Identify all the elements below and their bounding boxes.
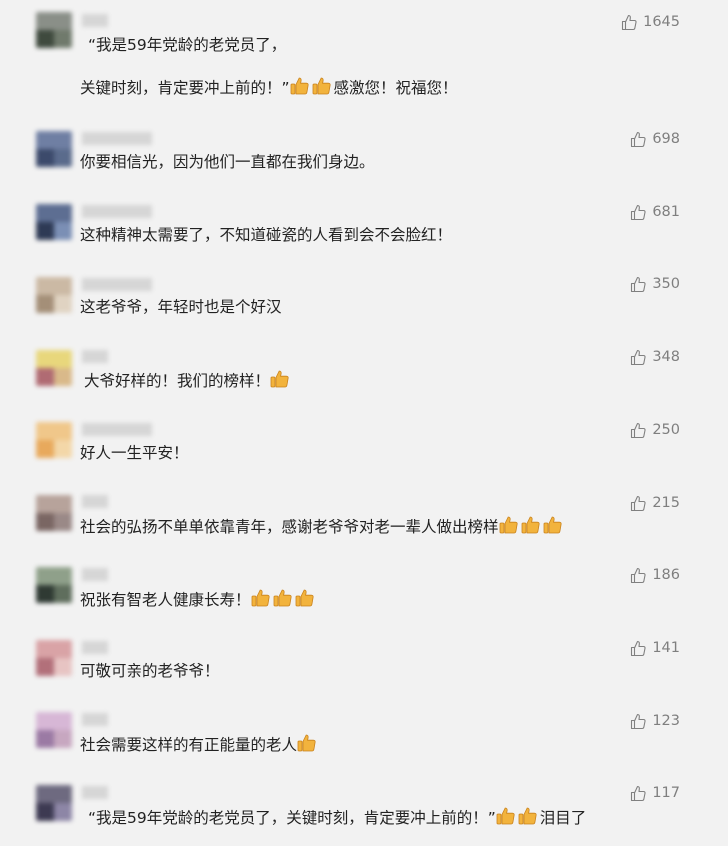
avatar[interactable]: [36, 204, 72, 240]
thumbs-up-icon: [631, 131, 646, 147]
avatar[interactable]: [36, 495, 72, 531]
thumbs-up-emoji-icon: [297, 734, 316, 752]
like-count: 698: [652, 131, 680, 147]
avatar[interactable]: [36, 567, 72, 603]
thumbs-up-icon: [631, 276, 646, 292]
like-count: 348: [652, 349, 680, 365]
like-button[interactable]: 698: [630, 129, 680, 149]
nickname-blurred[interactable]: [82, 495, 108, 508]
thumbs-up-icon: [622, 14, 637, 30]
nickname-blurred[interactable]: [82, 641, 108, 654]
thumbs-up-emoji-icon: [518, 807, 537, 825]
like-count: 141: [652, 640, 680, 656]
like-button[interactable]: 215: [630, 493, 680, 513]
thumbs-up-emoji-icon: [273, 589, 292, 607]
thumbs-up-emoji-icon: [270, 370, 289, 388]
nickname-blurred[interactable]: [82, 132, 152, 145]
like-button[interactable]: 1645: [621, 12, 680, 32]
comment-text: 社会的弘扬不单单依靠青年，感谢老爷爷对老一辈人做出榜样: [80, 515, 638, 538]
avatar[interactable]: [36, 277, 72, 313]
thumbs-up-icon: [631, 640, 646, 656]
avatar[interactable]: [36, 12, 72, 48]
nickname-blurred[interactable]: [82, 423, 152, 436]
avatar[interactable]: [36, 712, 72, 748]
like-count: 350: [652, 276, 680, 292]
like-button[interactable]: 141: [630, 638, 680, 658]
comment-text: “我是59年党龄的老党员了， 关键时刻，肯定要冲上前的！” 感激您！祝福您！: [80, 34, 638, 99]
comment-text: 你要相信光，因为他们一直都在我们身边。: [80, 153, 375, 171]
thumbs-up-emoji-icon: [312, 77, 331, 95]
thumbs-up-emoji-icon: [543, 516, 562, 534]
like-count: 186: [652, 567, 680, 583]
avatar[interactable]: [36, 350, 72, 386]
thumbs-up-icon: [631, 204, 646, 220]
like-button[interactable]: 681: [630, 202, 680, 222]
nickname-blurred[interactable]: [82, 568, 108, 581]
nickname-blurred[interactable]: [82, 278, 152, 291]
nickname-blurred[interactable]: [82, 205, 152, 218]
like-count: 123: [652, 713, 680, 729]
like-count: 117: [652, 785, 680, 801]
comment-line: “我是59年党龄的老党员了，: [88, 36, 287, 54]
comment-text: 社会需要这样的有正能量的老人: [80, 733, 638, 756]
comment-text: 大爷好样的！我们的榜样！: [80, 369, 638, 392]
avatar[interactable]: [36, 785, 72, 821]
comment-text: 这种精神太需要了，不知道碰瓷的人看到会不会脸红！: [80, 226, 453, 244]
thumbs-up-icon: [631, 422, 646, 438]
nickname-blurred[interactable]: [82, 350, 108, 363]
like-button[interactable]: 250: [630, 420, 680, 440]
thumbs-up-emoji-icon: [290, 77, 309, 95]
comment-text: 这老爷爷，年轻时也是个好汉: [80, 298, 282, 316]
like-button[interactable]: 348: [630, 347, 680, 367]
avatar[interactable]: [36, 131, 72, 167]
like-count: 1645: [643, 14, 680, 30]
avatar[interactable]: [36, 640, 72, 676]
comment-text: “我是59年党龄的老党员了，关键时刻，肯定要冲上前的！” 泪目了: [80, 806, 638, 829]
thumbs-up-icon: [631, 349, 646, 365]
thumbs-up-emoji-icon: [499, 516, 518, 534]
nickname-blurred[interactable]: [82, 713, 108, 726]
comment-text: 祝张有智老人健康长寿！: [80, 588, 638, 611]
like-button[interactable]: 350: [630, 274, 680, 294]
comment-line: 关键时刻，肯定要冲上前的！” 感激您！祝福您！: [80, 76, 638, 99]
comment-text: 好人一生平安！: [80, 444, 189, 462]
like-count: 215: [652, 495, 680, 511]
thumbs-up-icon: [631, 567, 646, 583]
thumbs-up-emoji-icon: [251, 589, 270, 607]
nickname-blurred[interactable]: [82, 786, 108, 799]
like-button[interactable]: 186: [630, 565, 680, 585]
thumbs-up-emoji-icon: [521, 516, 540, 534]
thumbs-up-icon: [631, 495, 646, 511]
avatar[interactable]: [36, 422, 72, 458]
like-count: 250: [652, 422, 680, 438]
like-count: 681: [652, 204, 680, 220]
thumbs-up-icon: [631, 713, 646, 729]
thumbs-up-emoji-icon: [295, 589, 314, 607]
comment-text: 可敬可亲的老爷爷！: [80, 662, 220, 680]
like-button[interactable]: 123: [630, 711, 680, 731]
like-button[interactable]: 117: [630, 783, 680, 803]
nickname-blurred[interactable]: [82, 14, 108, 27]
thumbs-up-emoji-icon: [496, 807, 515, 825]
thumbs-up-icon: [631, 785, 646, 801]
